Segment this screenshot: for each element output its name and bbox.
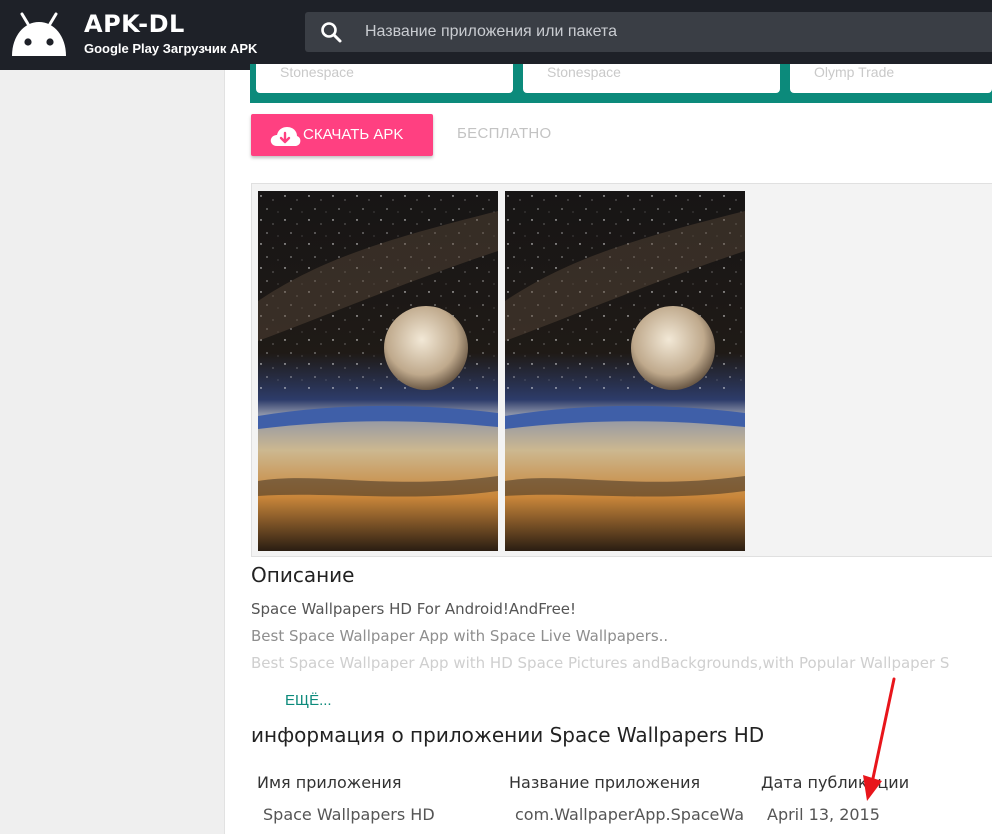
info-header-app-name: Имя приложения: [257, 773, 402, 792]
screenshots-gallery: [251, 183, 992, 557]
download-button-label: СКАЧАТЬ APK: [303, 126, 404, 143]
description-title: Описание: [251, 563, 355, 587]
search-input[interactable]: [365, 12, 965, 52]
annotation-arrow-icon: [863, 677, 896, 801]
description-line: Best Space Wallpaper App with HD Space P…: [251, 654, 950, 672]
android-icon: [12, 12, 66, 56]
brand-title: APK-DL: [84, 10, 185, 38]
top-header: APK-DL Google Play Загрузчик APK: [0, 0, 992, 70]
related-apps-strip: Stonespace Stonespace Olymp Trade: [250, 64, 992, 103]
app-screenshot[interactable]: [258, 191, 498, 551]
download-apk-button[interactable]: СКАЧАТЬ APK: [251, 114, 433, 156]
site-logo[interactable]: APK-DL Google Play Загрузчик APK: [8, 8, 298, 62]
brand-subtitle: Google Play Загрузчик APK: [84, 41, 258, 56]
info-value-app-name: Space Wallpapers HD: [263, 805, 435, 824]
related-app-card[interactable]: Olymp Trade: [790, 64, 992, 93]
cloud-download-icon: [270, 127, 301, 146]
app-screenshot[interactable]: [505, 191, 745, 551]
related-app-name: Stonespace: [547, 64, 621, 80]
description-line: Space Wallpapers HD For Android!AndFree!: [251, 600, 577, 618]
info-header-package-name: Название приложения: [509, 773, 701, 792]
related-app-name: Stonespace: [280, 64, 354, 80]
description-line: Best Space Wallpaper App with Space Live…: [251, 627, 669, 645]
left-sidebar: [0, 70, 225, 834]
related-app-card[interactable]: Stonespace: [523, 64, 780, 93]
info-value-publish-date: April 13, 2015: [767, 805, 880, 824]
related-app-name: Olymp Trade: [814, 64, 895, 80]
show-more-link[interactable]: ЕЩЁ...: [285, 692, 332, 709]
related-app-card[interactable]: Stonespace: [256, 64, 513, 93]
price-label: БЕСПЛАТНО: [457, 125, 552, 142]
search-bar: [305, 12, 992, 52]
info-value-package-name: com.WallpaperApp.SpaceWa: [515, 805, 744, 824]
app-info-title: информация о приложении Space Wallpapers…: [251, 723, 765, 747]
search-icon[interactable]: [319, 20, 343, 44]
